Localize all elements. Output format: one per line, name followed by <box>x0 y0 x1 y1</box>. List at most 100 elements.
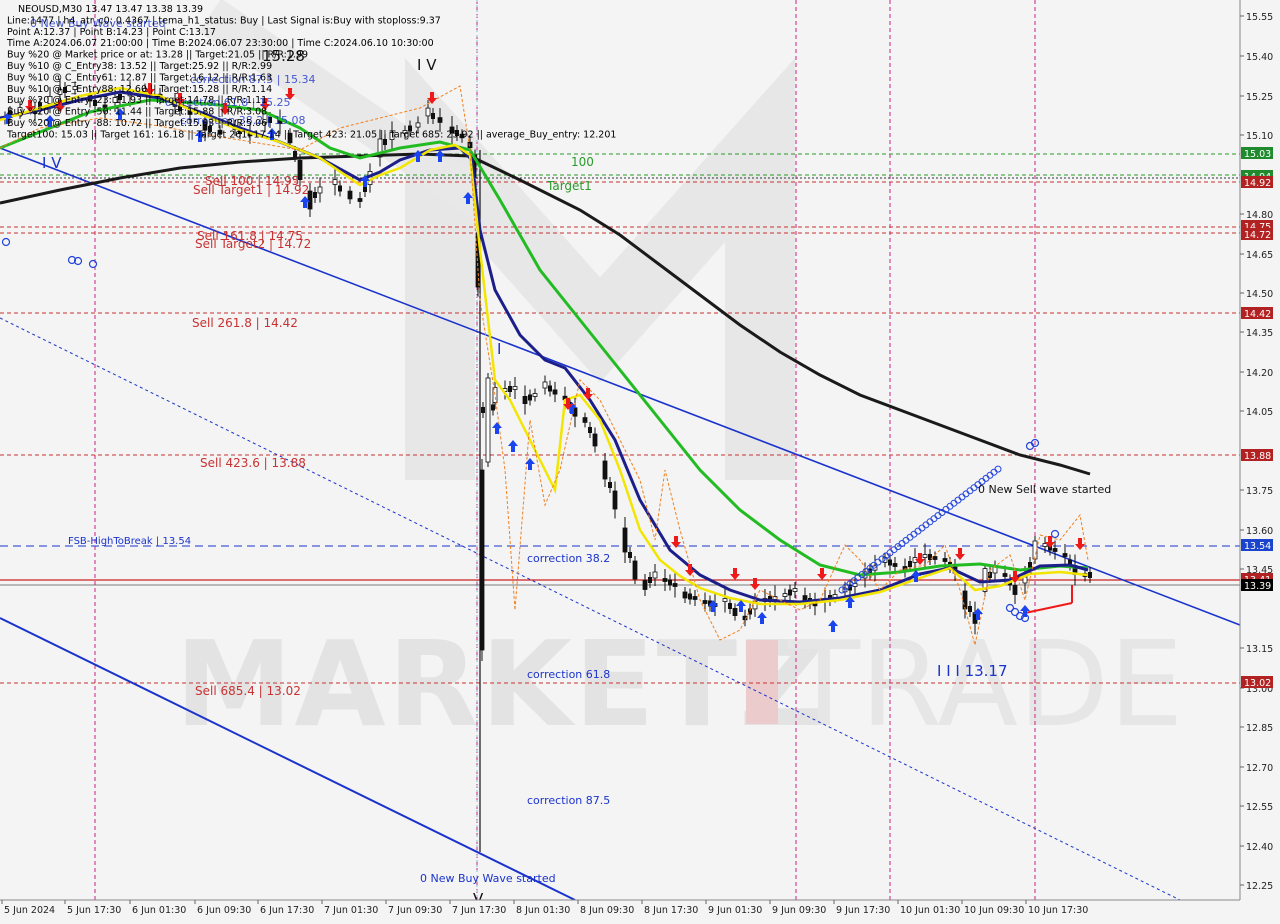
candle-body <box>1062 553 1068 557</box>
candle-body <box>542 381 548 389</box>
price-badge-label: 13.02 <box>1244 678 1271 689</box>
time-label: 7 Jun 09:30 <box>388 905 442 916</box>
candle-body <box>702 600 708 604</box>
candle-body <box>728 603 732 609</box>
chart-canvas[interactable]: MARKETZ TRADE 100 Target1 Sell 100 | 14.… <box>0 0 1280 920</box>
candle-body <box>968 606 972 612</box>
time-label: 5 Jun 2024 <box>4 905 55 916</box>
candle-body <box>528 394 532 401</box>
wave-iv-left: I V <box>42 154 62 172</box>
price-tick-label: 13.15 <box>1246 644 1273 655</box>
candle-body <box>782 593 788 597</box>
candle-body <box>437 117 443 123</box>
price-tick-label: 14.65 <box>1246 250 1273 261</box>
price-tick-label: 15.25 <box>1246 92 1273 103</box>
time-label: 7 Jun 01:30 <box>324 905 378 916</box>
price-tick-label: 14.05 <box>1246 407 1273 418</box>
candle-body <box>522 395 528 404</box>
candle-body <box>668 579 672 586</box>
info-line: NEOUSD,M30 13.47 13.47 13.38 13.39 <box>18 4 203 15</box>
price-badge-label: 13.39 <box>1244 581 1271 592</box>
candle-body <box>588 427 592 433</box>
candle-body <box>415 122 421 128</box>
candle-body <box>602 460 608 480</box>
candle-body <box>628 552 632 558</box>
candle-body <box>648 577 652 583</box>
candle-body <box>485 377 491 463</box>
candle-body <box>892 563 898 567</box>
candle-body <box>942 558 948 562</box>
candle-body <box>922 554 928 558</box>
candle-body <box>652 571 658 579</box>
time-label: 6 Jun 17:30 <box>260 905 314 916</box>
label-sell-target1: Sell Target1 | 14.92 <box>193 183 309 197</box>
info-line: Line:1477 | h4_atr_c0: 0.4367 | tema_h1_… <box>7 15 441 26</box>
candle-body <box>622 527 628 553</box>
candle-body <box>642 580 648 590</box>
price-badge-label: 14.42 <box>1244 309 1271 320</box>
time-label: 9 Jun 09:30 <box>772 905 826 916</box>
label-correction-87: correction 87.5 <box>527 794 610 807</box>
candle-body <box>732 608 738 617</box>
candle-body <box>552 389 558 395</box>
wave-iii: I I I 13.17 <box>937 662 1008 680</box>
time-label: 10 Jun 09:30 <box>964 905 1024 916</box>
time-axis: 5 Jun 2024 5 Jun 17:30 6 Jun 01:30 6 Jun 09… <box>0 899 1280 920</box>
candle-body <box>612 490 618 510</box>
candle-body <box>481 407 485 413</box>
time-label: 7 Jun 17:30 <box>452 905 506 916</box>
candle-body <box>1042 543 1048 547</box>
candle-body <box>1052 548 1058 552</box>
wave-i: I <box>497 340 501 358</box>
candle-body <box>1032 540 1038 560</box>
label-sell685: Sell 685.4 | 13.02 <box>195 684 301 698</box>
candle-body <box>888 559 892 566</box>
candle-body <box>672 583 678 587</box>
candle-body <box>1002 573 1008 577</box>
price-tick-label: 14.20 <box>1246 368 1273 379</box>
info-line: Buy %20 @ Market price or at: 13.28 || T… <box>7 50 308 61</box>
price-tick-label: 12.70 <box>1246 763 1273 774</box>
candle-body <box>592 433 598 447</box>
candle-body <box>682 591 688 599</box>
time-label: 10 Jun 01:30 <box>900 905 960 916</box>
price-scale: 15.55 15.40 15.25 15.10 14.80 14.65 14.50 14.35… <box>1239 0 1280 900</box>
candle-body <box>357 198 363 202</box>
candle-body <box>1088 572 1092 578</box>
label-correction-38: correction 38.2 <box>527 552 610 565</box>
info-line: Point A:12.37 | Point B:14.23 | Point C:… <box>7 27 216 38</box>
label-target1: Target1 <box>546 179 592 193</box>
candle-body <box>491 404 495 411</box>
price-tick-label: 13.60 <box>1246 526 1273 537</box>
candle-body <box>532 393 538 397</box>
info-line: Time A:2024.06.07 21:00:00 | Time B:2024… <box>6 38 434 49</box>
label-sell261: Sell 261.8 | 14.42 <box>192 316 298 330</box>
candle-body <box>632 560 638 580</box>
candle-body <box>347 190 353 200</box>
candle-body <box>425 107 431 117</box>
time-label: 8 Jun 01:30 <box>516 905 570 916</box>
new-buy-wave: 0 New Buy Wave started <box>420 872 556 885</box>
candle-body <box>313 192 317 198</box>
time-label: 10 Jun 17:30 <box>1028 905 1088 916</box>
time-label: 8 Jun 17:30 <box>644 905 698 916</box>
candle-body <box>431 113 435 119</box>
candle-body <box>692 596 698 600</box>
price-tick-label: 15.55 <box>1246 12 1273 23</box>
price-badge-label: 13.88 <box>1244 451 1271 462</box>
new-sell-wave: 0 New Sell wave started <box>978 483 1111 496</box>
label-sell-target2: Sell Target2 | 14.72 <box>195 237 311 251</box>
price-tick-label: 13.75 <box>1246 486 1273 497</box>
candle-body <box>802 595 808 601</box>
candle-body <box>688 593 692 600</box>
price-tick-label: 14.80 <box>1246 210 1273 221</box>
time-label: 6 Jun 01:30 <box>132 905 186 916</box>
time-label: 9 Jun 01:30 <box>708 905 762 916</box>
candle-body <box>608 482 612 488</box>
label-sell423: Sell 423.6 | 13.88 <box>200 456 306 470</box>
candle-body <box>962 590 968 610</box>
watermark-suffix: TRADE <box>787 615 1183 753</box>
price-tick-label: 12.85 <box>1246 723 1273 734</box>
candle-body <box>792 588 798 592</box>
trading-chart[interactable]: MARKETZ TRADE 100 Target1 Sell 100 | 14.… <box>0 0 1280 920</box>
